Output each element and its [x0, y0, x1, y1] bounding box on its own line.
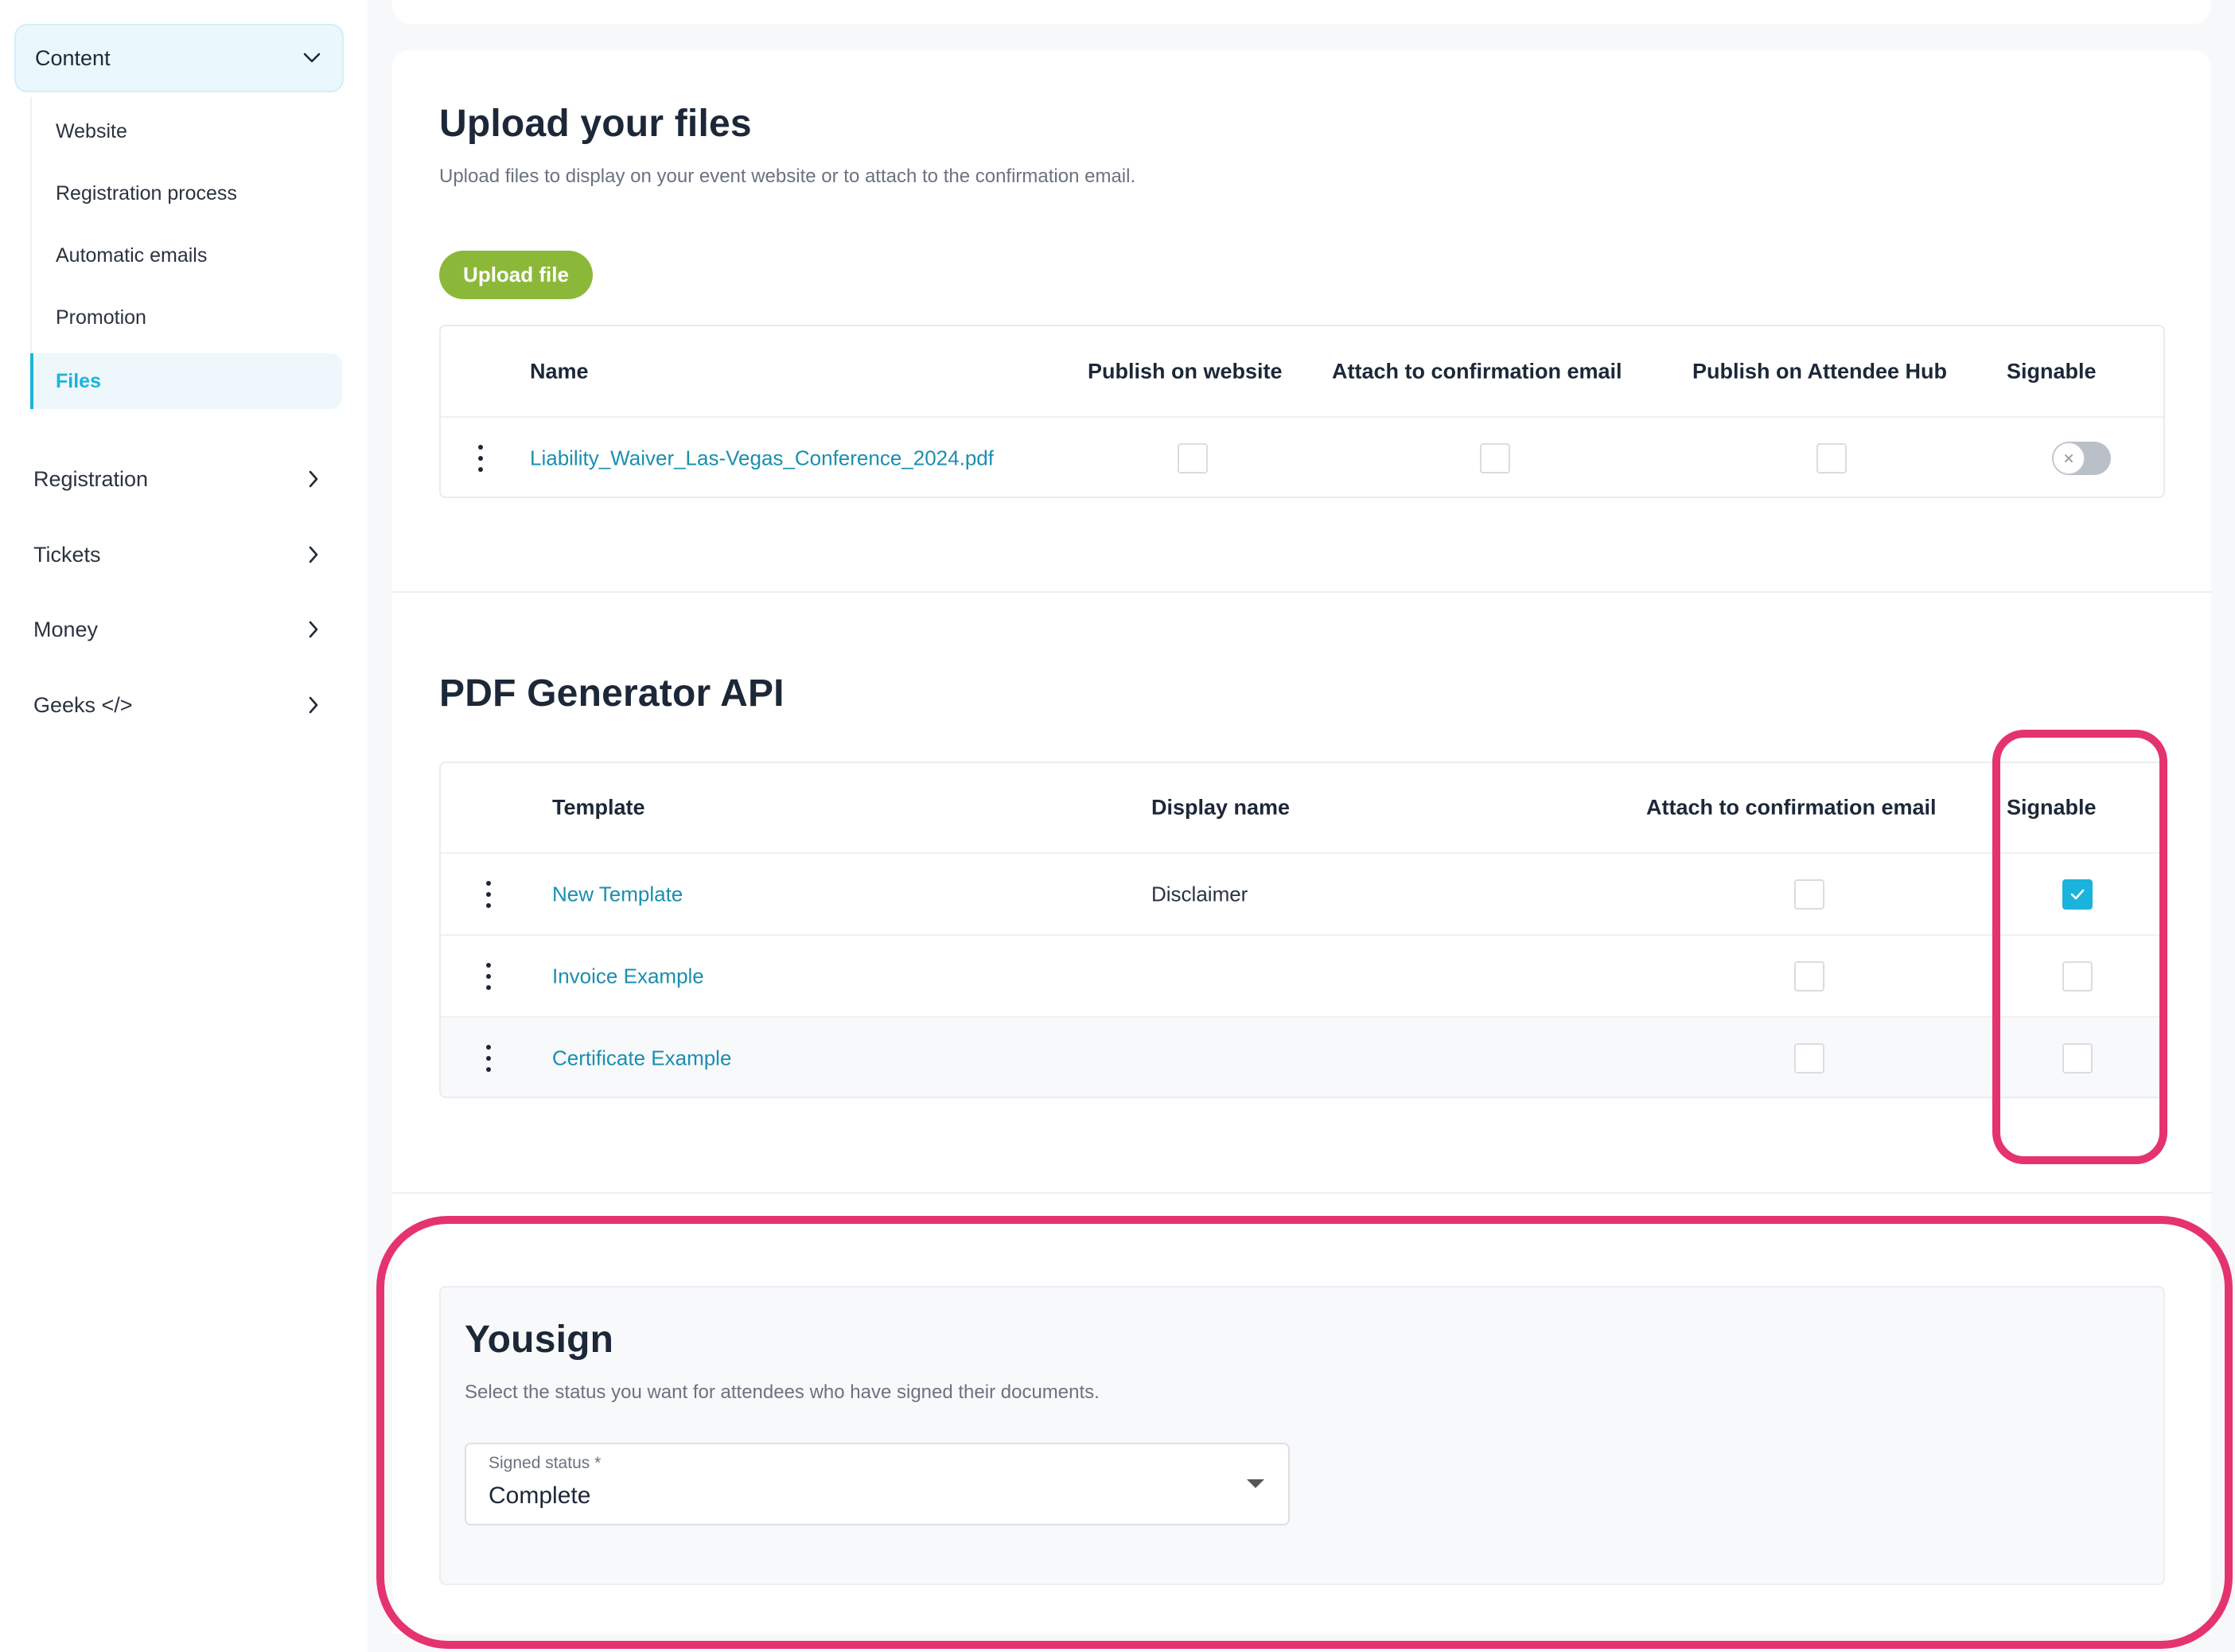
sidebar-item-label: Files — [56, 369, 101, 392]
column-header-signable: Signable — [2007, 795, 2097, 820]
sidebar-group-geeks[interactable]: Geeks </> — [14, 677, 344, 733]
signed-status-label: Signed status * — [489, 1454, 602, 1472]
column-header-attach-email: Attach to confirmation email — [1646, 795, 1937, 820]
chevron-right-icon — [302, 694, 325, 716]
sidebar-item-label: Registration process — [56, 181, 237, 205]
signed-status-value: Complete — [489, 1483, 591, 1509]
pdf-table-header: Template Display name Attach to confirma… — [441, 763, 2163, 854]
sidebar-item-promotion[interactable]: Promotion — [32, 290, 344, 345]
yousign-subtitle: Select the status you want for attendees… — [465, 1381, 1100, 1403]
column-header-template: Template — [552, 795, 645, 820]
chevron-down-icon — [301, 47, 323, 69]
display-name: Disclaimer — [1151, 882, 1248, 906]
sidebar-group-content[interactable]: Content — [14, 24, 344, 92]
signable-checkbox[interactable] — [2062, 879, 2093, 910]
table-row: Invoice Example — [441, 936, 2163, 1018]
upload-section-title: Upload your files — [439, 103, 752, 145]
column-header-name: Name — [530, 359, 589, 383]
publish-website-checkbox[interactable] — [1178, 442, 1208, 473]
pdf-templates-table: Template Display name Attach to confirma… — [439, 762, 2165, 1098]
chevron-right-icon — [302, 468, 325, 490]
attach-email-checkbox[interactable] — [1794, 960, 1824, 992]
caret-down-icon — [1247, 1479, 1264, 1488]
column-header-display-name: Display name — [1151, 795, 1291, 820]
signable-checkbox[interactable] — [2062, 1042, 2093, 1073]
sidebar-group-money[interactable]: Money — [14, 602, 344, 657]
sidebar-item-files[interactable]: Files — [30, 353, 342, 409]
files-table-header: Name Publish on website Attach to confir… — [441, 326, 2163, 418]
kebab-menu-icon[interactable] — [473, 444, 489, 472]
x-icon — [2053, 442, 2085, 474]
column-header-publish-hub: Publish on Attendee Hub — [1692, 359, 1947, 383]
chevron-right-icon — [302, 544, 325, 566]
column-header-signable: Signable — [2007, 359, 2097, 383]
section-divider — [392, 1192, 2211, 1194]
kebab-menu-icon[interactable] — [481, 1044, 496, 1072]
chevron-right-icon — [302, 618, 325, 641]
column-header-publish-website: Publish on website — [1088, 359, 1283, 383]
file-name-link[interactable]: Liability_Waiver_Las-Vegas_Conference_20… — [530, 446, 994, 470]
signed-status-select[interactable]: Signed status * Complete — [465, 1443, 1290, 1525]
signable-checkbox[interactable] — [2062, 960, 2093, 992]
sidebar-group-tickets[interactable]: Tickets — [14, 527, 344, 582]
sidebar-group-label: Geeks </> — [33, 692, 133, 717]
files-table: Name Publish on website Attach to confir… — [439, 325, 2165, 498]
sidebar-group-label: Registration — [33, 466, 149, 491]
sidebar-item-label: Automatic emails — [56, 244, 208, 267]
kebab-menu-icon[interactable] — [481, 962, 496, 990]
table-row: New Template Disclaimer — [441, 854, 2163, 936]
template-link[interactable]: New Template — [552, 882, 683, 906]
sidebar-group-label: Tickets — [33, 542, 101, 567]
column-header-attach-email: Attach to confirmation email — [1332, 359, 1622, 383]
sidebar-item-website[interactable]: Website — [32, 103, 344, 159]
pdf-section-title: PDF Generator API — [439, 672, 785, 715]
yousign-title: Yousign — [465, 1319, 614, 1361]
section-divider — [392, 591, 2211, 593]
publish-hub-checkbox[interactable] — [1816, 442, 1847, 473]
sidebar-item-label: Promotion — [56, 306, 146, 329]
yousign-panel — [439, 1286, 2165, 1585]
attach-email-checkbox[interactable] — [1794, 879, 1824, 910]
previous-card — [392, 0, 2211, 24]
sidebar-item-automatic-emails[interactable]: Automatic emails — [32, 228, 344, 283]
sidebar-group-label: Content — [35, 45, 111, 70]
signable-toggle[interactable] — [2052, 441, 2111, 475]
sidebar-item-label: Website — [56, 119, 127, 142]
sidebar-group-registration[interactable]: Registration — [14, 451, 344, 507]
sidebar: Content Website Registration process Aut… — [0, 0, 368, 1652]
sidebar-group-label: Money — [33, 617, 99, 641]
sidebar-item-registration-process[interactable]: Registration process — [32, 166, 344, 221]
content-subnav: Website Registration process Automatic e… — [30, 97, 344, 412]
template-link[interactable]: Certificate Example — [552, 1046, 731, 1070]
check-icon — [2070, 889, 2085, 899]
table-row: Liability_Waiver_Las-Vegas_Conference_20… — [441, 418, 2163, 497]
template-link[interactable]: Invoice Example — [552, 964, 704, 988]
table-row: Certificate Example — [441, 1018, 2163, 1097]
upload-section-subtitle: Upload files to display on your event we… — [439, 166, 1136, 187]
attach-email-checkbox[interactable] — [1794, 1042, 1824, 1073]
kebab-menu-icon[interactable] — [481, 880, 496, 908]
attach-email-checkbox[interactable] — [1480, 442, 1510, 473]
upload-file-button[interactable]: Upload file — [439, 251, 593, 299]
